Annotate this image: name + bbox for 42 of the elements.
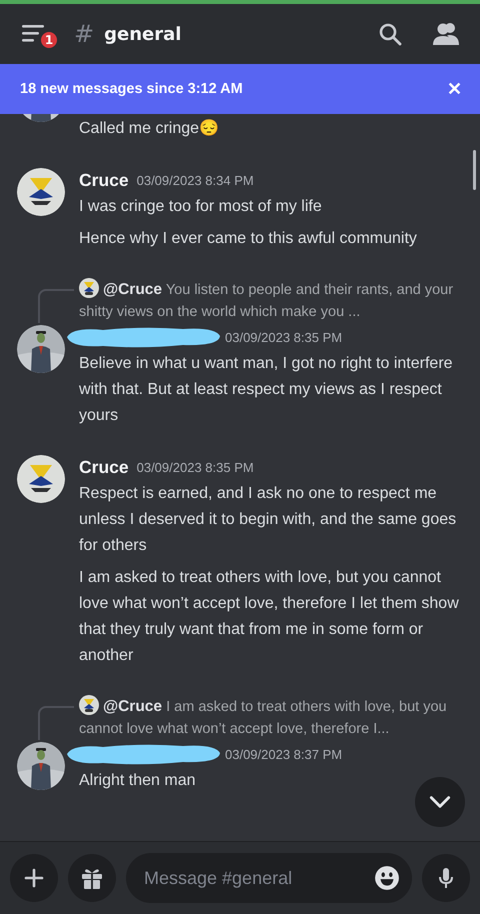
avatar[interactable]	[16, 742, 64, 790]
avatar[interactable]	[16, 455, 64, 503]
timestamp: 03/09/2023 8:37 PM	[225, 746, 342, 762]
search-icon	[378, 22, 402, 46]
message-text: Called me cringe😔	[79, 118, 220, 139]
plus-icon	[24, 868, 44, 888]
avatar	[79, 695, 99, 715]
menu-icon	[22, 24, 46, 44]
message-text: I am asked to treat others with love, but you cannot love what won’t accept love, therefore I let them show that they truly want that from me in some form or another	[79, 568, 460, 666]
avatar[interactable]	[16, 325, 64, 373]
reply-preview[interactable]: @Cruce You listen to people and their rants, and your shitty views on the world which make you ...	[79, 278, 464, 323]
jump-to-bottom-button[interactable]	[415, 777, 465, 827]
channel-hash: #	[74, 20, 94, 48]
message-field[interactable]: Message #general	[126, 853, 412, 903]
message-text: Alright then man	[79, 771, 197, 791]
members-icon	[432, 22, 460, 46]
reply-preview[interactable]: @Cruce I am asked to treat others with love, but you cannot love what won’t accept love, therefore I...	[79, 695, 464, 740]
reply-connector	[38, 289, 74, 323]
timestamp: 03/09/2023 8:35 PM	[225, 330, 342, 344]
notification-badge: 1	[39, 30, 59, 50]
gift-button[interactable]	[68, 854, 116, 902]
avatar[interactable]	[16, 168, 64, 216]
members-button[interactable]	[432, 22, 460, 46]
add-button[interactable]	[10, 854, 58, 902]
message-text: Respect is earned, and I ask no one to respect me unless I deserved it to begin with, and the same goes for others	[79, 484, 458, 556]
reply-connector	[38, 706, 74, 740]
scroll-thumb[interactable]	[473, 150, 476, 190]
message-text: Hence why I ever came to this awful community	[79, 229, 418, 249]
close-button[interactable]: ✕	[447, 78, 462, 100]
avatar	[79, 278, 99, 298]
timestamp: 03/09/2023 8:34 PM	[136, 172, 254, 188]
author-name[interactable]: Cruce	[79, 456, 129, 478]
message-text: I was cringe too for most of my life	[79, 197, 323, 217]
banner-text: 18 new messages since 3:12 AM	[20, 81, 244, 97]
message-text: Believe in what u want man, I got no right to interfere with that. But at least respect my views as I respect yours	[79, 354, 454, 426]
channel-name: general	[104, 24, 182, 44]
new-messages-banner[interactable]: 18 new messages since 3:12 AM ✕	[0, 64, 480, 114]
author-name[interactable]: Cruce	[79, 170, 129, 190]
microphone-button[interactable]	[422, 854, 470, 902]
emoji-icon[interactable]	[374, 865, 400, 891]
search-button[interactable]	[378, 22, 402, 46]
timestamp: 03/09/2023 8:35 PM	[136, 460, 254, 474]
